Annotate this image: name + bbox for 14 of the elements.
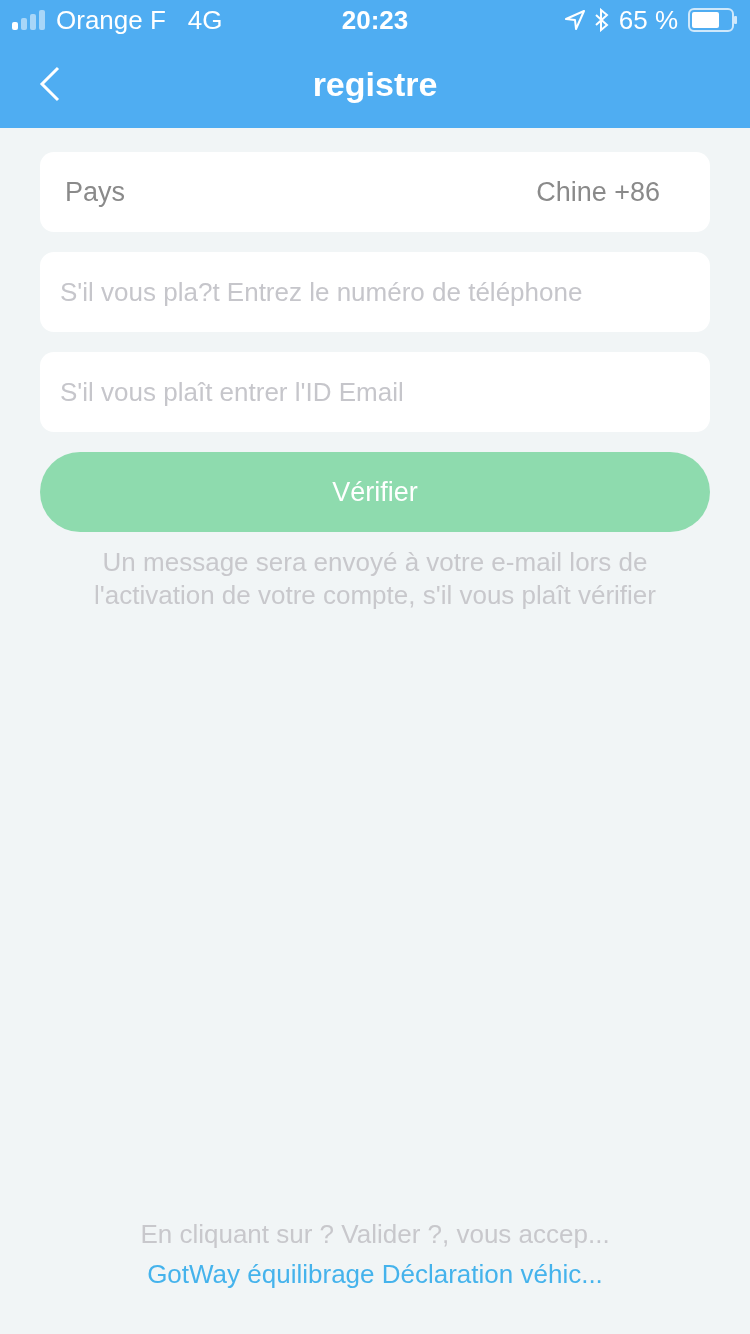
clock-time: 20:23	[341, 3, 409, 37]
back-chevron-icon	[39, 66, 61, 102]
email-input-field[interactable]: S'il vous plaît entrer l'ID Email	[40, 352, 710, 432]
carrier-name: Orange F	[56, 3, 166, 37]
page-title: registre	[312, 63, 438, 105]
bluetooth-icon	[594, 8, 609, 32]
signal-icon	[12, 10, 46, 30]
country-selector[interactable]: Pays Chine +86	[40, 152, 710, 232]
battery-percent: 65 %	[618, 3, 678, 37]
network-type: 4G	[187, 3, 223, 37]
location-arrow-icon	[564, 10, 585, 30]
battery-icon	[688, 8, 738, 32]
phone-input-field[interactable]: S'il vous pla?t Entrez le numéro de téléphone	[40, 252, 710, 332]
terms-link[interactable]: GotWay équilibrage Déclaration véhic...	[147, 1254, 603, 1294]
